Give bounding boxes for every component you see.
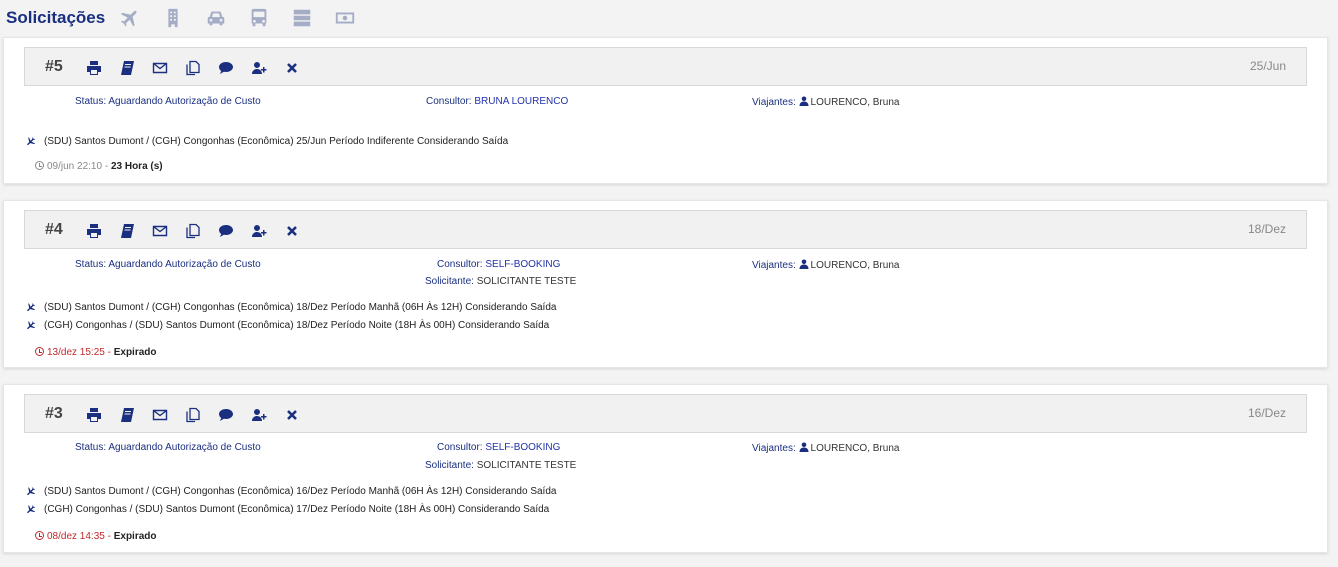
car-icon[interactable] [205, 7, 227, 29]
add-user-icon[interactable] [250, 222, 267, 239]
consultor-field: Consultor: SELF-BOOKING [437, 259, 561, 270]
clock-icon [35, 531, 44, 540]
money-icon[interactable] [334, 7, 356, 29]
request-date: 16/Dez [1247, 406, 1286, 420]
timer-status: Expirado [113, 347, 157, 358]
comment-icon[interactable] [217, 59, 234, 76]
add-user-icon[interactable] [250, 59, 267, 76]
status-field: Status: Aguardando Autorização de Custo [75, 259, 261, 270]
request-header: #3 16/Dez [24, 394, 1307, 433]
copy-icon[interactable] [184, 406, 201, 423]
server-icon[interactable] [291, 7, 313, 29]
viajantes-value: LOURENCO, Bruna [810, 260, 900, 271]
solicitante-field: Solicitante: SOLICITANTE TESTE [425, 276, 577, 287]
flight-leg: (SDU) Santos Dumont / (CGH) Congonhas (E… [25, 486, 556, 497]
copy-icon[interactable] [184, 59, 201, 76]
plane-icon[interactable] [119, 7, 141, 29]
status-field: Status: Aguardando Autorização de Custo [75, 442, 261, 453]
user-icon [799, 442, 809, 452]
top-bar: Solicitações [0, 0, 1338, 36]
request-date: 18/Dez [1247, 222, 1286, 236]
flight-leg: (CGH) Congonhas / (SDU) Santos Dumont (E… [25, 320, 549, 331]
print-icon[interactable] [85, 222, 102, 239]
envelope-icon[interactable] [151, 222, 168, 239]
comment-icon[interactable] [217, 222, 234, 239]
plane-icon [27, 303, 36, 312]
envelope-icon[interactable] [151, 406, 168, 423]
solicitante-value: SOLICITANTE TESTE [476, 276, 577, 287]
user-icon [799, 96, 809, 106]
close-icon[interactable] [283, 406, 300, 423]
timer: 08/dez 14:35 - Expirado [35, 531, 157, 542]
request-header: #5 25/Jun [24, 47, 1307, 86]
clock-icon [35, 347, 44, 356]
user-icon [799, 259, 809, 269]
status-field: Status: Aguardando Autorização de Custo [75, 96, 261, 107]
request-date: 25/Jun [1249, 59, 1286, 73]
viajantes-field: Viajantes: LOURENCO, Bruna [752, 442, 900, 454]
viajantes-value: LOURENCO, Bruna [810, 443, 900, 454]
close-icon[interactable] [283, 222, 300, 239]
flight-leg: (CGH) Congonhas / (SDU) Santos Dumont (E… [25, 504, 549, 515]
viajantes-value: LOURENCO, Bruna [810, 97, 900, 108]
solicitante-field: Solicitante: SOLICITANTE TESTE [425, 460, 577, 471]
flight-leg: (SDU) Santos Dumont / (CGH) Congonhas (E… [25, 302, 556, 313]
consultor-value: SELF-BOOKING [485, 259, 561, 270]
status-value: Aguardando Autorização de Custo [108, 442, 261, 453]
hotel-icon[interactable] [162, 7, 184, 29]
timer-status: Expirado [113, 531, 157, 542]
status-value: Aguardando Autorização de Custo [108, 259, 261, 270]
comment-icon[interactable] [217, 406, 234, 423]
request-header: #4 18/Dez [24, 210, 1307, 249]
close-icon[interactable] [283, 59, 300, 76]
print-icon[interactable] [85, 59, 102, 76]
bus-icon[interactable] [248, 7, 270, 29]
consultor-field: Consultor: BRUNA LOURENCO [426, 96, 569, 107]
action-toolbar [85, 222, 316, 239]
request-card: #5 25/Jun Status: Aguardando Autorização… [3, 37, 1328, 184]
book-icon[interactable] [118, 406, 135, 423]
consultor-field: Consultor: SELF-BOOKING [437, 442, 561, 453]
request-id[interactable]: #3 [45, 405, 63, 423]
viajantes-field: Viajantes: LOURENCO, Bruna [752, 259, 900, 271]
timer-date: 09/jun 22:10 [47, 161, 103, 172]
consultor-value: SELF-BOOKING [485, 442, 561, 453]
timer-date: 08/dez 14:35 [47, 531, 105, 542]
plane-icon [27, 321, 36, 330]
envelope-icon[interactable] [151, 59, 168, 76]
plane-icon [27, 505, 36, 514]
request-card: #3 16/Dez Status: Aguardando Autorização… [3, 384, 1328, 553]
solicitante-value: SOLICITANTE TESTE [476, 460, 577, 471]
plane-icon [27, 487, 36, 496]
book-icon[interactable] [118, 59, 135, 76]
copy-icon[interactable] [184, 222, 201, 239]
flight-leg: (SDU) Santos Dumont / (CGH) Congonhas (E… [25, 136, 508, 147]
add-user-icon[interactable] [250, 406, 267, 423]
action-toolbar [85, 59, 316, 76]
request-id[interactable]: #4 [45, 221, 63, 239]
book-icon[interactable] [118, 222, 135, 239]
timer: 09/jun 22:10 - 23 Hora (s) [35, 161, 163, 172]
timer: 13/dez 15:25 - Expirado [35, 347, 157, 358]
plane-icon [27, 137, 36, 146]
clock-icon [35, 161, 44, 170]
action-toolbar [85, 406, 316, 423]
page-title: Solicitações [6, 8, 106, 27]
timer-date: 13/dez 15:25 [47, 347, 105, 358]
print-icon[interactable] [85, 406, 102, 423]
status-value: Aguardando Autorização de Custo [108, 96, 261, 107]
request-card: #4 18/Dez Status: Aguardando Autorização… [3, 200, 1328, 368]
request-id[interactable]: #5 [45, 58, 63, 76]
timer-status: 23 Hora (s) [110, 161, 163, 172]
viajantes-field: Viajantes: LOURENCO, Bruna [752, 96, 900, 108]
consultor-value: BRUNA LOURENCO [474, 96, 569, 107]
